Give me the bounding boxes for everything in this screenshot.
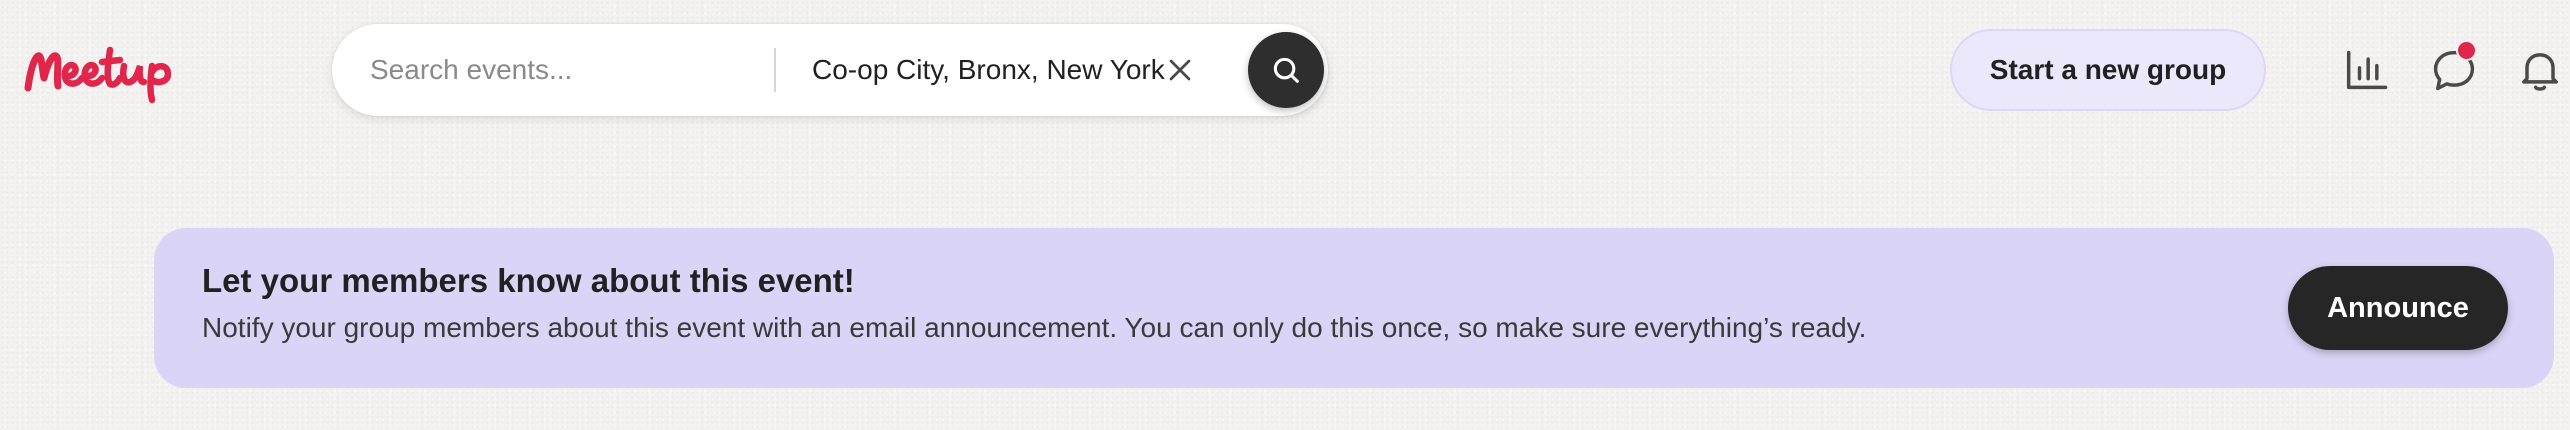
search-icon bbox=[1273, 57, 1299, 83]
top-navigation-bar: Co-op City, Bronx, New York Start a new … bbox=[0, 0, 2570, 140]
announce-event-banner: Let your members know about this event! … bbox=[154, 228, 2554, 388]
meetup-logo-wordmark bbox=[24, 46, 172, 104]
unread-messages-badge bbox=[2456, 40, 2477, 61]
location-input[interactable]: Co-op City, Bronx, New York bbox=[812, 48, 1184, 92]
bell-icon[interactable] bbox=[2514, 44, 2566, 96]
start-new-group-button[interactable]: Start a new group bbox=[1950, 29, 2266, 111]
search-bar: Co-op City, Bronx, New York bbox=[332, 24, 1328, 116]
banner-title: Let your members know about this event! bbox=[202, 262, 855, 299]
close-icon[interactable] bbox=[1162, 52, 1198, 88]
search-divider bbox=[774, 48, 776, 92]
search-events-input[interactable] bbox=[370, 44, 750, 96]
banner-description: Notify your group members about this eve… bbox=[202, 312, 1867, 343]
search-button[interactable] bbox=[1248, 32, 1324, 108]
meetup-logo[interactable] bbox=[22, 36, 182, 106]
announce-button[interactable]: Announce bbox=[2288, 266, 2508, 350]
bar-chart-icon[interactable] bbox=[2340, 44, 2392, 96]
